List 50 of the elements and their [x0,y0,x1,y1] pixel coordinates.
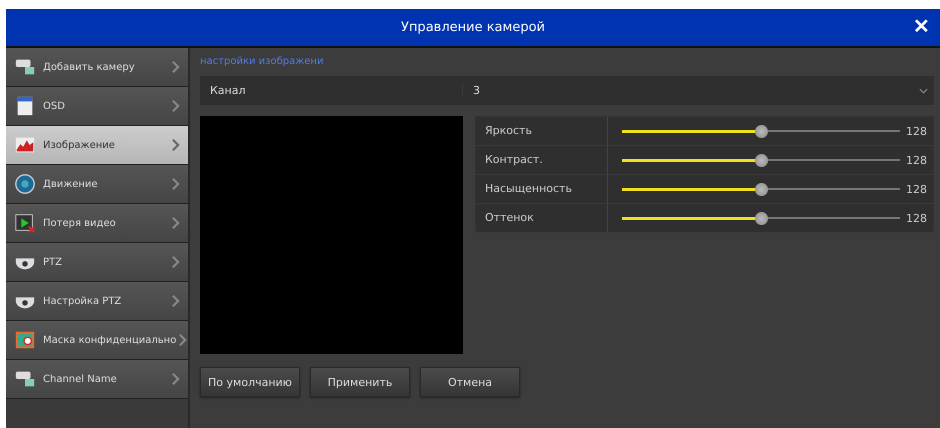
slider-label: Контраст. [476,146,608,174]
chevron-icon [171,294,180,308]
sidebar-label: Движение [43,178,99,190]
action-button[interactable]: По умолчанию [200,367,300,397]
slider-thumb[interactable] [754,154,768,166]
sidebar-label: PTZ [43,256,63,268]
channel-dropdown[interactable]: 3 [463,76,934,105]
sidebar-label: Маска конфиденциально [43,334,176,346]
sidebar-item[interactable]: OSD [6,87,188,126]
slider-thumb[interactable] [754,182,768,196]
slider-thumb[interactable] [754,124,768,138]
slider-value: 128 [906,124,927,138]
chevron-icon [171,255,180,269]
sidebar-item[interactable]: PTZ [6,243,188,282]
chevron-icon [171,60,180,74]
chevron-icon [178,333,188,347]
chevron-icon [171,99,180,113]
slider-label: Яркость [476,117,608,145]
chevron-down-icon [919,88,928,94]
sidebar-label: OSD [43,100,66,112]
sidebar-item[interactable]: Маска конфиденциально [6,321,188,360]
sidebar-label: Потеря видео [43,218,117,228]
sidebar-item[interactable]: Изображение [6,126,188,165]
slider-value: 128 [906,154,927,166]
sidebar-label: Добавить камеру [43,62,136,72]
slider-value: 128 [906,182,927,196]
sidebar-label: Настройка PTZ [43,296,122,306]
chevron-icon [171,177,180,191]
close-button[interactable]: ✕ [909,15,934,39]
slider-label: Оттенок [476,204,608,232]
window-title: Управление камерой [401,20,545,35]
chevron-icon [171,216,180,230]
chevron-icon [171,372,180,386]
picture-frame-icon [14,329,36,351]
slider-label: Насыщенность [476,175,608,203]
sidebar-item[interactable]: Настройка PTZ [6,282,188,321]
sidebar-item[interactable]: Потеря видео [6,204,188,243]
sidebar-label: Изображение [43,140,116,150]
slider-thumb[interactable] [754,212,768,224]
channel-label: Канал [200,84,463,97]
section-title: настройки изображени [200,56,324,69]
sidebar-item[interactable]: Добавить камеру [6,48,188,87]
sidebar-item[interactable]: Channel Name [6,360,188,399]
slider-value: 128 [906,212,927,224]
action-button[interactable]: Отмена [420,367,520,397]
action-button[interactable]: Применить [310,367,410,397]
play-icon [14,212,36,234]
sidebar-label: Channel Name [43,374,118,384]
chevron-icon [171,138,180,152]
sidebar-item[interactable]: Движение [6,165,188,204]
